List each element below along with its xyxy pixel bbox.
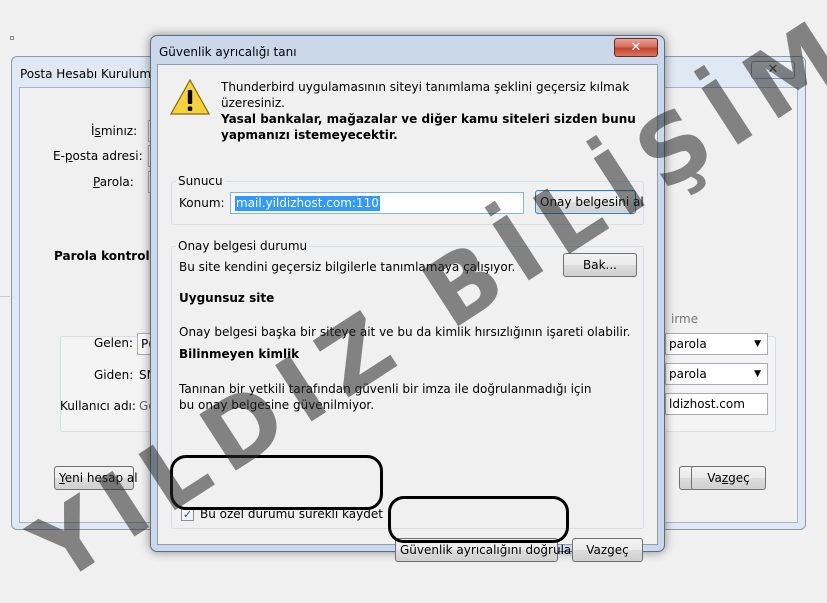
dialog-cancel-button[interactable]: Vazgeç	[572, 538, 643, 562]
incoming-label: Gelen:	[94, 336, 134, 350]
incoming-auth-select[interactable]: parola ▼	[665, 333, 768, 355]
get-certificate-button[interactable]: Onay belgesini al	[535, 190, 644, 214]
password-label: Parola:	[93, 175, 134, 189]
username-domain-input[interactable]: ldizhost.com	[665, 393, 768, 415]
close-icon: ✕	[630, 40, 642, 55]
dialog-close-button[interactable]: ✕	[614, 38, 658, 57]
email-label: E-posta adresi:	[53, 149, 143, 163]
view-certificate-button[interactable]: Bak...	[563, 253, 637, 277]
close-icon: ✕	[767, 62, 779, 77]
desktop-line	[0, 296, 10, 297]
certificate-status-text: Bu site kendini geçersiz bilgilerle tanı…	[179, 260, 516, 274]
checkbox-highlight-oval	[170, 455, 383, 510]
location-input[interactable]: mail.yildizhost.com:110	[230, 192, 524, 214]
auth-column-header: irme	[671, 312, 699, 326]
account-setup-title: Posta Hesabı Kurulumu	[20, 67, 159, 81]
location-value: mail.yildizhost.com:110	[235, 196, 380, 211]
new-account-button[interactable]: Yeni hesap al	[54, 466, 138, 490]
outgoing-label: Giden:	[94, 368, 134, 382]
location-label: Konum:	[179, 196, 225, 210]
warning-icon	[170, 79, 210, 115]
warning-line: Thunderbird uygulamasının siteyi tanımla…	[221, 80, 630, 110]
username-label: Kullanıcı adı:	[60, 399, 136, 413]
wrong-site-text: Onay belgesi başka bir siteye ait ve bu …	[179, 325, 631, 339]
background-cancel-button[interactable]: Vazgeç	[691, 466, 766, 490]
certificate-status-label: Onay belgesi durumu	[176, 239, 310, 253]
desktop-marker	[10, 36, 14, 40]
unknown-identity-heading: Bilinmeyen kimlik	[179, 347, 300, 361]
dropdown-arrow-icon: ▼	[754, 339, 761, 349]
dialog-title: Güvenlik ayrıcalığı tanı	[159, 45, 297, 59]
outgoing-auth-select[interactable]: parola ▼	[665, 363, 768, 385]
warning-bold-line: Yasal bankalar, mağazalar ve diğer kamu …	[221, 112, 636, 142]
dropdown-arrow-icon: ▼	[754, 369, 761, 379]
account-setup-close-button[interactable]: ✕	[751, 61, 795, 79]
name-label: İsminız:	[91, 124, 138, 138]
unknown-identity-text: Tanınan bir yetkili tarafından güvenli b…	[179, 382, 592, 412]
wrong-site-heading: Uygunsuz site	[179, 291, 275, 305]
warning-message: Thunderbird uygulamasının siteyi tanımla…	[221, 79, 641, 143]
confirm-highlight-oval	[388, 496, 569, 543]
server-group-label: Sunucu	[176, 174, 225, 188]
